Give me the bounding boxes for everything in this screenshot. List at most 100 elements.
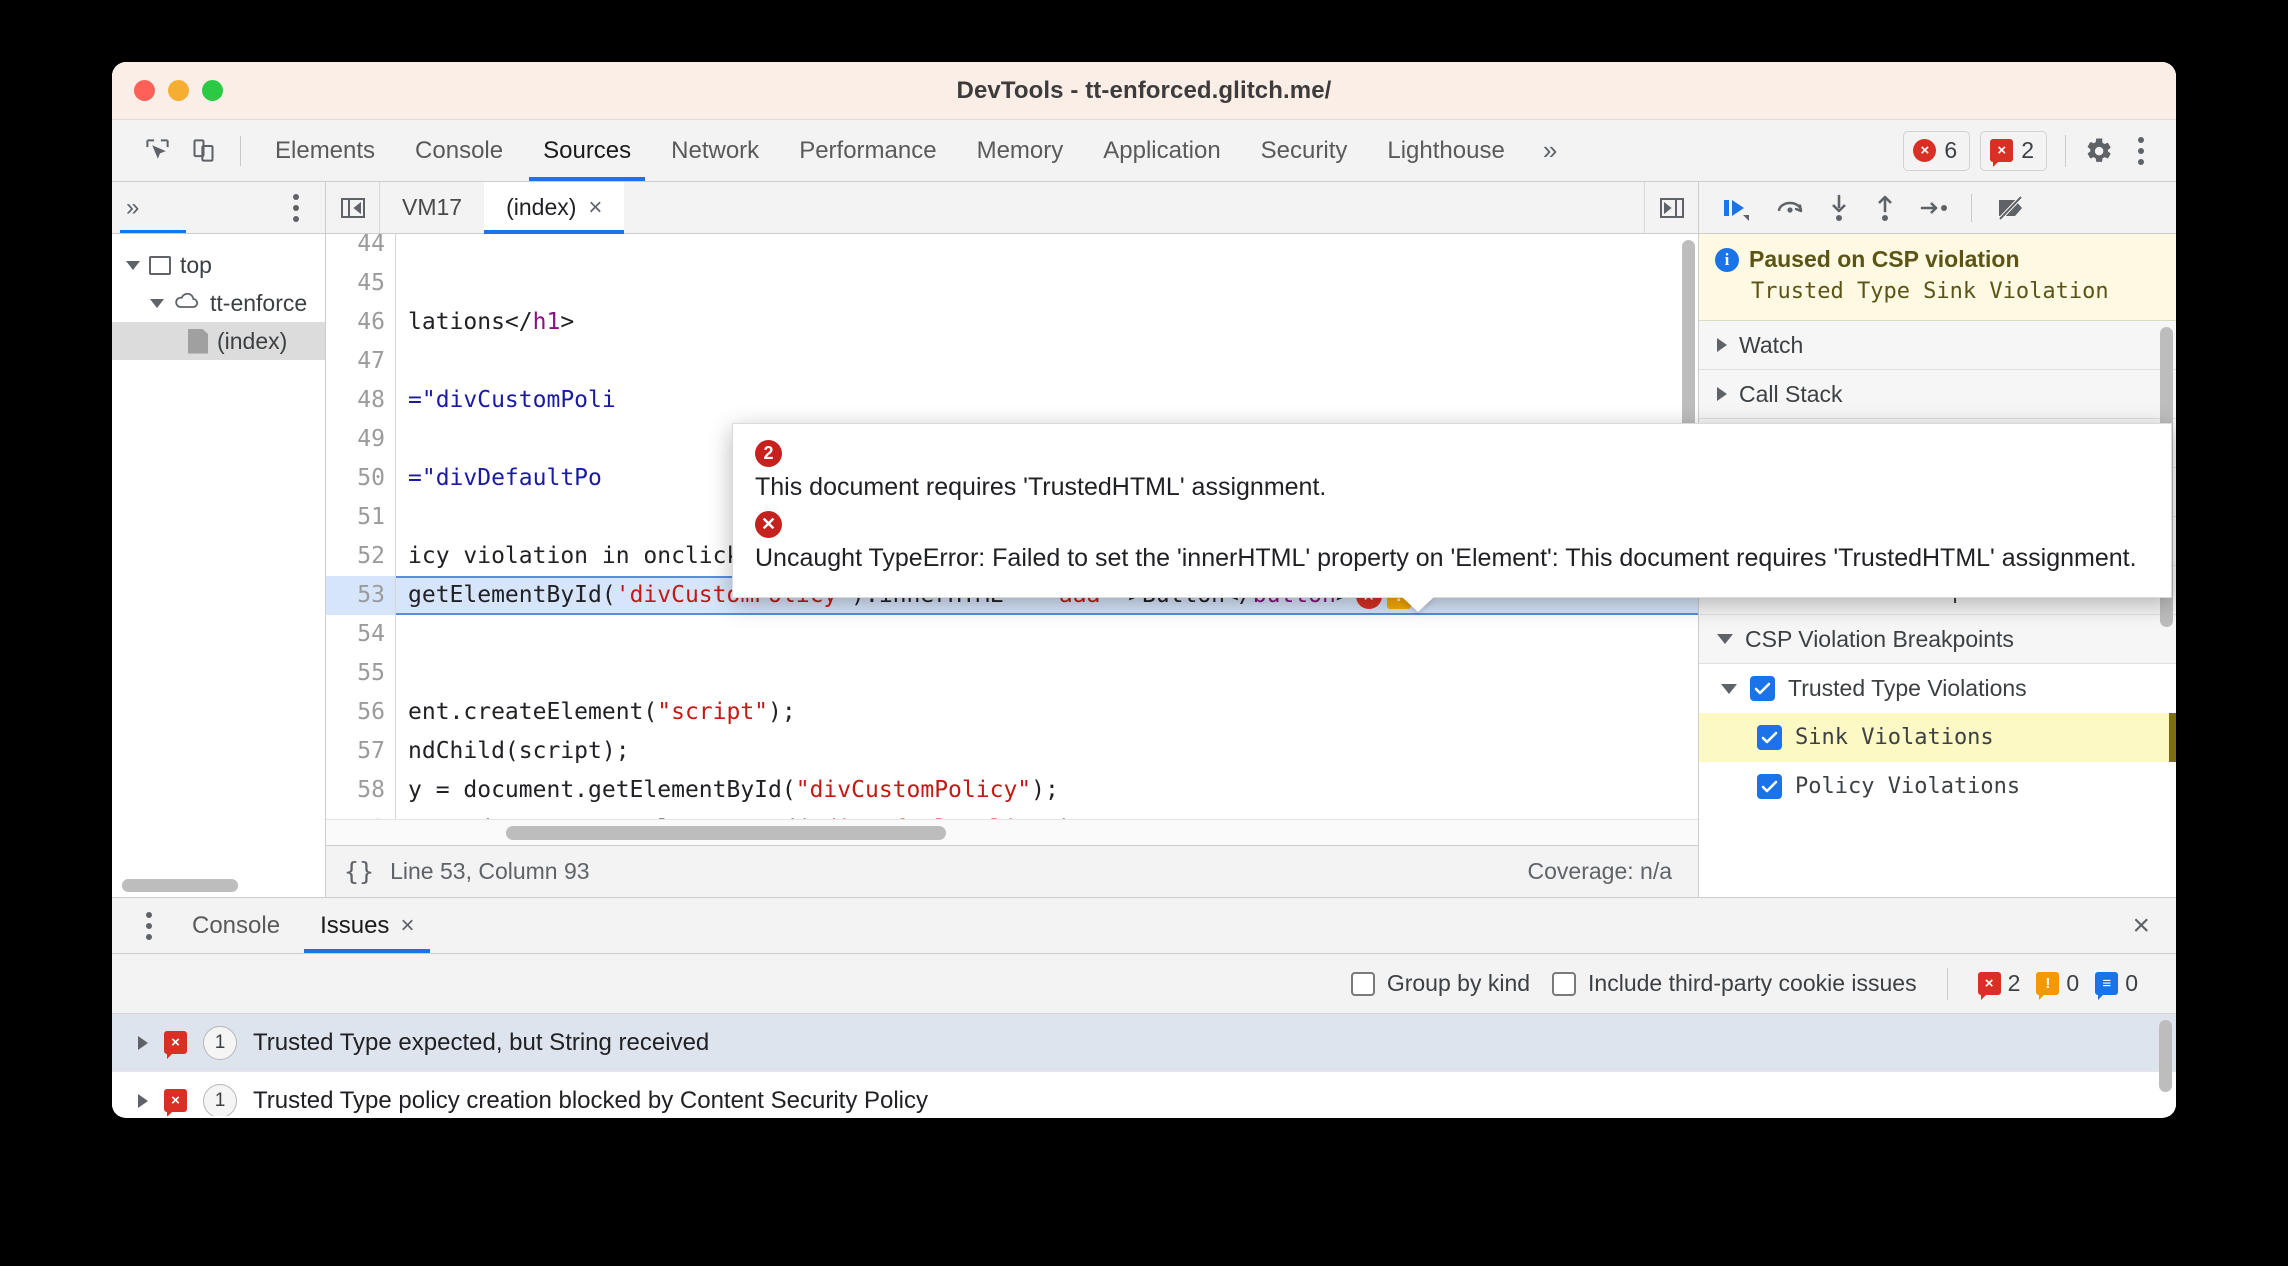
navigator-more-tabs-icon[interactable]: » bbox=[126, 194, 139, 222]
line-number[interactable]: 58 bbox=[326, 771, 396, 810]
tab-console[interactable]: Console bbox=[395, 120, 523, 181]
breakpoint-sink-violations[interactable]: Sink Violations bbox=[1699, 713, 2176, 762]
step-icon[interactable] bbox=[1919, 196, 1949, 220]
code-line[interactable]: 44 bbox=[326, 234, 1698, 264]
error-count-badge: 2 bbox=[755, 440, 782, 467]
line-number[interactable]: 47 bbox=[326, 342, 396, 381]
checkbox-sink-violations[interactable] bbox=[1757, 725, 1782, 750]
code-line[interactable]: 58 y = document.getElementById("divCustom… bbox=[326, 771, 1698, 810]
step-out-icon[interactable] bbox=[1873, 194, 1897, 222]
navigator-kebab-menu-icon[interactable] bbox=[279, 190, 313, 226]
code-line[interactable]: 57 ndChild(script); bbox=[326, 732, 1698, 771]
editor-tab-vm17[interactable]: VM17 bbox=[380, 182, 484, 233]
line-number[interactable]: 56 bbox=[326, 693, 396, 732]
more-tabs-icon[interactable]: » bbox=[1525, 120, 1575, 181]
close-icon[interactable]: × bbox=[588, 195, 602, 220]
step-into-icon[interactable] bbox=[1827, 194, 1851, 222]
show-debugger-icon[interactable] bbox=[1644, 182, 1698, 233]
line-number[interactable]: 57 bbox=[326, 732, 396, 771]
tree-item-top[interactable]: top bbox=[112, 246, 325, 284]
code-line[interactable]: 47 bbox=[326, 342, 1698, 381]
pretty-print-icon[interactable]: {} bbox=[344, 857, 374, 886]
line-number[interactable]: 45 bbox=[326, 264, 396, 303]
chevron-down-icon[interactable] bbox=[1717, 634, 1733, 644]
code-line-text: ndChild(script); bbox=[396, 732, 630, 771]
code-line[interactable]: 55 bbox=[326, 654, 1698, 693]
breakpoint-policy-violations[interactable]: Policy Violations bbox=[1699, 762, 2176, 811]
line-number[interactable]: 53 bbox=[326, 576, 396, 615]
tab-application[interactable]: Application bbox=[1083, 120, 1240, 181]
section-call-stack[interactable]: Call Stack bbox=[1699, 370, 2176, 419]
chevron-down-icon[interactable] bbox=[150, 298, 164, 308]
code-line-text: y = document.getElementById("divCustomPo… bbox=[396, 771, 1059, 810]
editor-tab-index[interactable]: (index) × bbox=[484, 182, 625, 234]
device-toolbar-icon[interactable] bbox=[180, 130, 226, 172]
code-line[interactable]: 46 lations</h1> bbox=[326, 303, 1698, 342]
section-csp-violation-breakpoints[interactable]: CSP Violation Breakpoints bbox=[1699, 615, 2176, 664]
tree-item-index[interactable]: (index) bbox=[112, 322, 325, 360]
include-third-party-cookie-issues-checkbox[interactable]: Include third-party cookie issues bbox=[1552, 970, 1917, 997]
tab-lighthouse[interactable]: Lighthouse bbox=[1367, 120, 1524, 181]
drawer-tab-issues[interactable]: Issues × bbox=[300, 898, 434, 953]
line-number[interactable]: 59 bbox=[326, 810, 396, 819]
tab-network[interactable]: Network bbox=[651, 120, 779, 181]
line-number[interactable]: 51 bbox=[326, 498, 396, 537]
show-navigator-icon[interactable] bbox=[326, 182, 380, 233]
editor-horizontal-scrollbar[interactable] bbox=[326, 819, 1698, 845]
scrollbar-thumb[interactable] bbox=[122, 879, 238, 892]
kebab-menu-icon[interactable] bbox=[2124, 133, 2158, 169]
navigator-horizontal-scrollbar[interactable] bbox=[112, 875, 325, 897]
breakpoint-trusted-type-violations[interactable]: Trusted Type Violations bbox=[1699, 664, 2176, 713]
resume-script-execution-icon[interactable] bbox=[1721, 195, 1753, 221]
code-line[interactable]: 45 bbox=[326, 264, 1698, 303]
tab-sources[interactable]: Sources bbox=[523, 120, 651, 181]
tab-memory[interactable]: Memory bbox=[957, 120, 1084, 181]
debugger-sections: Watch Call Stack XHR/fetch Breakpoints D… bbox=[1699, 321, 2176, 897]
code-line[interactable]: 48 ="divCustomPoli bbox=[326, 381, 1698, 420]
line-number[interactable]: 55 bbox=[326, 654, 396, 693]
code-line[interactable]: 56 ent.createElement("script"); bbox=[326, 693, 1698, 732]
issues-vertical-scrollbar[interactable] bbox=[2159, 1020, 2172, 1092]
chevron-down-icon[interactable] bbox=[126, 260, 140, 270]
code-line-text: lations</h1> bbox=[396, 303, 574, 342]
close-drawer-icon[interactable]: × bbox=[2106, 898, 2176, 953]
checkbox-box[interactable] bbox=[1350, 971, 1375, 996]
drawer-tab-console[interactable]: Console bbox=[172, 898, 300, 953]
chevron-right-icon[interactable] bbox=[1717, 338, 1727, 352]
line-number[interactable]: 50 bbox=[326, 459, 396, 498]
drawer-kebab-menu-icon[interactable] bbox=[126, 898, 172, 953]
tree-item-domain[interactable]: tt-enforce bbox=[112, 284, 325, 322]
chevron-right-icon[interactable] bbox=[138, 1093, 148, 1108]
group-by-kind-checkbox[interactable]: Group by kind bbox=[1350, 970, 1530, 997]
code-line[interactable]: 54 bbox=[326, 615, 1698, 654]
scrollbar-thumb[interactable] bbox=[506, 826, 946, 840]
deactivate-breakpoints-icon[interactable] bbox=[1994, 195, 2026, 221]
gear-icon[interactable] bbox=[2084, 136, 2114, 166]
checkbox-policy-violations[interactable] bbox=[1757, 774, 1782, 799]
line-number[interactable]: 52 bbox=[326, 537, 396, 576]
checkbox-box[interactable] bbox=[1552, 971, 1577, 996]
tab-elements[interactable]: Elements bbox=[255, 120, 395, 181]
inspect-element-icon[interactable] bbox=[134, 130, 180, 172]
chevron-right-icon[interactable] bbox=[138, 1035, 148, 1050]
line-number[interactable]: 49 bbox=[326, 420, 396, 459]
line-number[interactable]: 54 bbox=[326, 615, 396, 654]
section-watch[interactable]: Watch bbox=[1699, 321, 2176, 370]
issue-row[interactable]: × 1 Trusted Type expected, but String re… bbox=[112, 1014, 2176, 1072]
issue-row[interactable]: × 1 Trusted Type policy creation blocked… bbox=[112, 1072, 2176, 1116]
checkbox-trusted-type-violations[interactable] bbox=[1750, 676, 1775, 701]
drawer-tab-label: Issues bbox=[320, 911, 390, 939]
issues-count-button[interactable]: × 2 bbox=[1980, 130, 2047, 171]
chevron-right-icon[interactable] bbox=[1717, 387, 1727, 401]
chevron-down-icon[interactable] bbox=[1721, 683, 1737, 694]
step-over-icon[interactable] bbox=[1775, 195, 1805, 221]
line-number[interactable]: 46 bbox=[326, 303, 396, 342]
line-number[interactable]: 48 bbox=[326, 381, 396, 420]
close-icon[interactable]: × bbox=[400, 913, 414, 938]
code-line[interactable]: 59cy = document.getElementById("divDefau… bbox=[326, 810, 1698, 819]
tab-performance[interactable]: Performance bbox=[779, 120, 956, 181]
toolbar-divider-2 bbox=[2065, 134, 2066, 167]
line-number[interactable]: 44 bbox=[326, 234, 396, 264]
console-error-count-button[interactable]: × 6 bbox=[1903, 130, 1971, 171]
tab-security[interactable]: Security bbox=[1241, 120, 1368, 181]
